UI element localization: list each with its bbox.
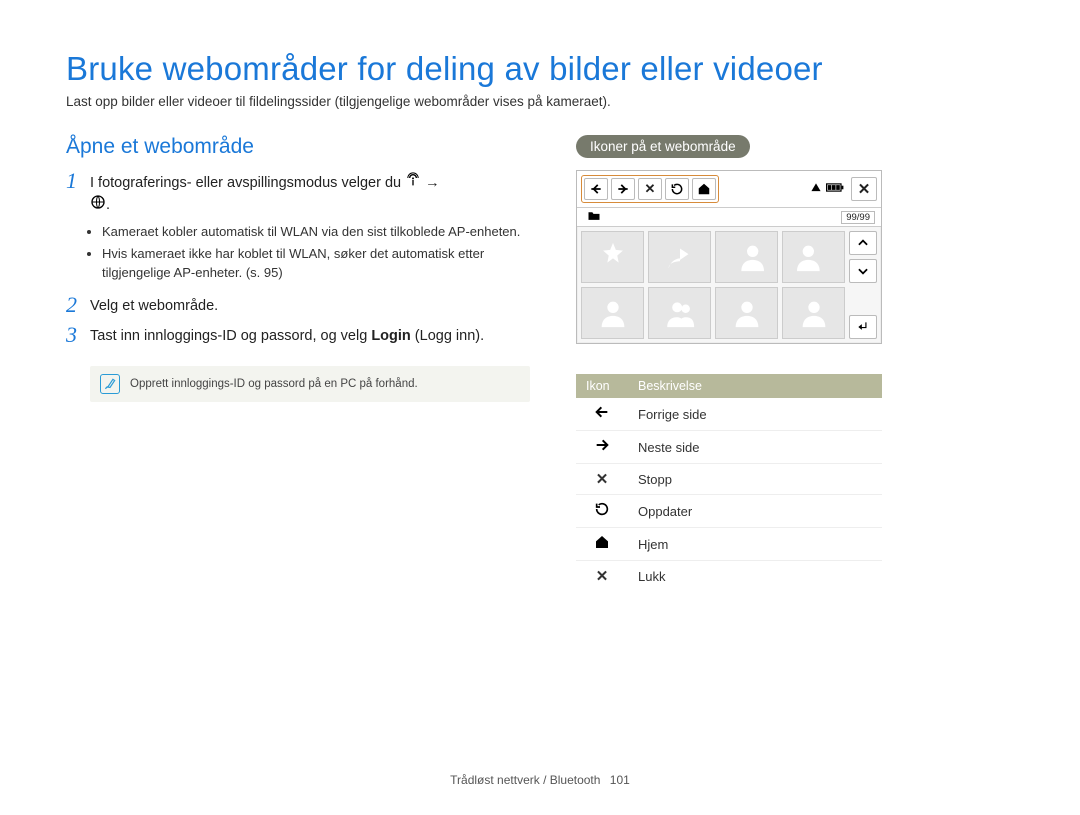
- step-1-bullets: Kameraet kobler automatisk til WLAN via …: [66, 223, 546, 284]
- thumbnail[interactable]: [648, 287, 711, 339]
- step-1: 1 I fotograferings- eller avspillingsmod…: [66, 169, 546, 217]
- table-row: ✕ Stopp: [576, 464, 882, 495]
- back-arrow-icon: [576, 398, 628, 431]
- close-button[interactable]: ✕: [851, 177, 877, 201]
- step-3: 3 Tast inn innloggings-ID og passord, og…: [66, 323, 546, 347]
- page-subtitle: Last opp bilder eller videoer til fildel…: [66, 94, 1014, 109]
- icon-desc: Neste side: [628, 431, 882, 464]
- thumbnail-grid: [581, 231, 845, 339]
- antenna-icon: [405, 172, 421, 194]
- step-3-text-a: Tast inn innloggings-ID og passord, og v…: [90, 328, 371, 344]
- step-number: 2: [66, 293, 90, 317]
- bullet-2: Hvis kameraet ikke har koblet til WLAN, …: [102, 245, 546, 283]
- forward-arrow-icon: [576, 431, 628, 464]
- step-1-text-after: .: [106, 197, 110, 213]
- globe-icon: [90, 194, 106, 216]
- return-button[interactable]: [849, 315, 877, 339]
- left-column: Åpne et webområde 1 I fotograferings- el…: [66, 135, 546, 591]
- icon-desc: Oppdater: [628, 495, 882, 528]
- icon-desc: Hjem: [628, 528, 882, 561]
- folder-icon: [587, 210, 601, 224]
- page-title: Bruke webområder for deling av bilder el…: [66, 50, 1014, 88]
- stop-button[interactable]: ✕: [638, 178, 662, 200]
- page-footer: Trådløst nettverk / Bluetooth 101: [0, 773, 1080, 787]
- footer-page-number: 101: [610, 773, 630, 787]
- note-text: Opprett innloggings-ID og passord på en …: [130, 378, 418, 390]
- page-counter: 99/99: [841, 211, 875, 224]
- icon-desc: Lukk: [628, 561, 882, 592]
- thumbnail[interactable]: [715, 287, 778, 339]
- home-button[interactable]: [692, 178, 716, 200]
- icon-description-table: Ikon Beskrivelse Forrige side: [576, 374, 882, 591]
- note-icon: [100, 374, 120, 394]
- step-number: 1: [66, 169, 90, 217]
- table-header-icon: Ikon: [576, 374, 628, 398]
- device-screenshot: ← ✕: [576, 170, 882, 344]
- scroll-up-button[interactable]: [849, 231, 877, 255]
- table-row: Forrige side: [576, 398, 882, 431]
- back-button[interactable]: ←: [584, 178, 608, 200]
- icon-desc: Stopp: [628, 464, 882, 495]
- section-heading: Åpne et webområde: [66, 135, 546, 159]
- step-3-text-b: (Logg inn).: [411, 328, 484, 344]
- table-row: ✕ Lukk: [576, 561, 882, 592]
- thumbnail[interactable]: [581, 287, 644, 339]
- bullet-1: Kameraet kobler automatisk til WLAN via …: [102, 223, 546, 242]
- thumbnail[interactable]: [581, 231, 644, 283]
- step-2-text: Velg et webområde.: [90, 293, 218, 317]
- footer-section: Trådløst nettverk / Bluetooth: [450, 773, 600, 787]
- refresh-icon: [576, 495, 628, 528]
- right-column: Ikoner på et webområde ← ✕: [576, 135, 1014, 591]
- table-row: Hjem: [576, 528, 882, 561]
- note-box: Opprett innloggings-ID og passord på en …: [90, 366, 530, 402]
- thumbnail[interactable]: [782, 287, 845, 339]
- table-row: Oppdater: [576, 495, 882, 528]
- signal-icon: [810, 182, 822, 196]
- stop-icon: ✕: [576, 464, 628, 495]
- status-icons: [810, 182, 844, 196]
- thumbnail[interactable]: [782, 231, 845, 283]
- forward-button[interactable]: [611, 178, 635, 200]
- browser-nav-group: ← ✕: [581, 175, 719, 203]
- refresh-button[interactable]: [665, 178, 689, 200]
- icons-section-pill: Ikoner på et webområde: [576, 135, 750, 158]
- table-row: Neste side: [576, 431, 882, 464]
- scroll-down-button[interactable]: [849, 259, 877, 283]
- step-1-text-before: I fotograferings- eller avspillingsmodus…: [90, 175, 405, 191]
- battery-icon: [826, 182, 844, 196]
- arrow-text: →: [425, 175, 440, 191]
- step-3-bold: Login: [371, 328, 410, 344]
- step-2: 2 Velg et webområde.: [66, 293, 546, 317]
- thumbnail[interactable]: [648, 231, 711, 283]
- icon-desc: Forrige side: [628, 398, 882, 431]
- home-icon: [576, 528, 628, 561]
- table-header-desc: Beskrivelse: [628, 374, 882, 398]
- close-icon: ✕: [576, 561, 628, 592]
- thumbnail[interactable]: [715, 231, 778, 283]
- step-number: 3: [66, 323, 90, 347]
